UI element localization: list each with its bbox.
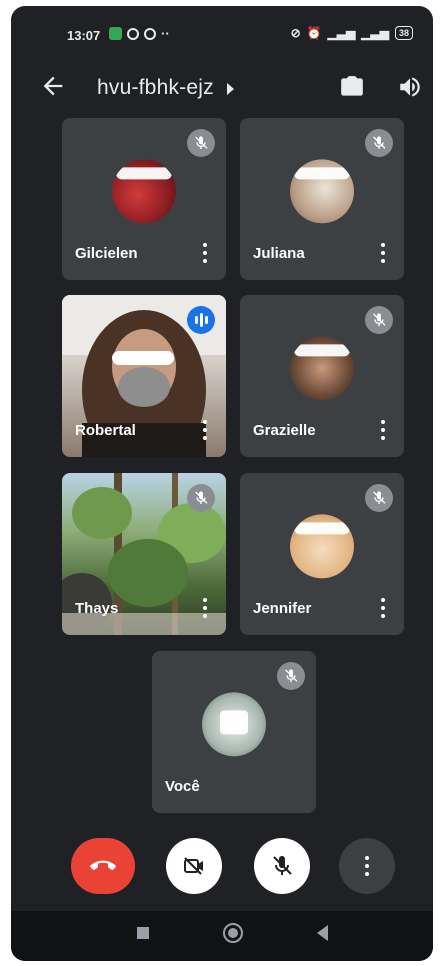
mic-off-icon <box>187 484 215 512</box>
more-vert-icon <box>364 856 370 876</box>
status-bar: 13:07 ·· ⊘ ⏰ ▁▃▅ ▁▃▅ 38 <box>11 6 433 52</box>
face-blur <box>220 710 248 735</box>
avatar <box>112 159 176 224</box>
arrow-left-icon[interactable] <box>39 72 67 100</box>
more-vert-icon[interactable] <box>202 420 208 442</box>
participant-tile[interactable]: Gilcielen <box>62 118 226 280</box>
mic-off-icon <box>365 306 393 334</box>
signal-2-icon: ▁▃▅ <box>361 26 389 40</box>
back-button[interactable] <box>317 925 328 941</box>
end-call-button[interactable] <box>71 838 135 894</box>
participant-name: Você <box>165 778 200 795</box>
app-notification-icon <box>109 27 122 40</box>
meet-call-screen: 13:07 ·· ⊘ ⏰ ▁▃▅ ▁▃▅ 38 hvu-fbhk-ejz Gil… <box>11 6 433 961</box>
more-vert-icon[interactable] <box>202 243 208 265</box>
signal-icon: ▁▃▅ <box>327 26 356 40</box>
speaking-indicator-icon <box>187 306 215 334</box>
participant-tile[interactable]: Juliana <box>240 118 404 280</box>
camera-toggle-button[interactable] <box>166 838 222 894</box>
avatar <box>290 514 354 579</box>
more-notifications-icon: ·· <box>161 26 170 41</box>
recents-button[interactable] <box>137 927 149 939</box>
more-options-button[interactable] <box>339 838 395 894</box>
system-icons: ⊘ ⏰ ▁▃▅ ▁▃▅ 38 <box>291 26 413 40</box>
participant-name: Thays <box>75 600 119 617</box>
participant-tile[interactable]: Robertal <box>62 295 226 457</box>
more-vert-icon[interactable] <box>202 598 208 620</box>
face-blur <box>294 344 350 357</box>
mic-toggle-button[interactable] <box>254 838 310 894</box>
notification-icons: ·· <box>109 26 170 41</box>
face-blur <box>294 167 350 180</box>
mic-off-icon <box>273 856 292 875</box>
participant-name: Jennifer <box>253 600 312 617</box>
more-vert-icon[interactable] <box>380 420 386 442</box>
more-vert-icon[interactable] <box>380 243 386 265</box>
self-tile[interactable]: Você <box>152 651 316 813</box>
participant-name: Robertal <box>75 422 136 439</box>
participant-tile[interactable]: Grazielle <box>240 295 404 457</box>
participant-tile[interactable]: Thays <box>62 473 226 635</box>
speaker-icon[interactable] <box>397 74 423 100</box>
mic-off-icon <box>365 129 393 157</box>
participant-name: Juliana <box>253 245 305 262</box>
participant-name: Gilcielen <box>75 245 138 262</box>
mic-off-icon <box>365 484 393 512</box>
system-nav-bar <box>11 911 433 961</box>
participant-name: Grazielle <box>253 422 316 439</box>
sync-icon <box>144 27 156 40</box>
mic-off-icon <box>277 662 305 690</box>
alarm-icon: ⏰ <box>306 26 322 40</box>
caret-right-icon[interactable] <box>227 83 234 95</box>
avatar <box>202 692 266 757</box>
phone-hangup-icon <box>90 860 116 871</box>
battery-icon: 38 <box>394 26 413 40</box>
camera-off-icon <box>184 857 203 875</box>
call-controls <box>11 838 433 894</box>
whatsapp-icon <box>127 27 139 40</box>
vibrate-icon: ⊘ <box>290 26 301 40</box>
status-time: 13:07 <box>67 28 101 43</box>
face-blur <box>294 522 350 535</box>
avatar <box>290 336 354 401</box>
face-blur <box>116 167 172 180</box>
avatar <box>290 159 354 224</box>
more-vert-icon[interactable] <box>380 598 386 620</box>
switch-camera-icon[interactable] <box>339 74 365 100</box>
home-button[interactable] <box>223 923 243 943</box>
participant-tile[interactable]: Jennifer <box>240 473 404 635</box>
meeting-header: hvu-fbhk-ejz <box>11 62 433 114</box>
mic-off-icon <box>187 129 215 157</box>
meeting-code[interactable]: hvu-fbhk-ejz <box>97 76 214 100</box>
